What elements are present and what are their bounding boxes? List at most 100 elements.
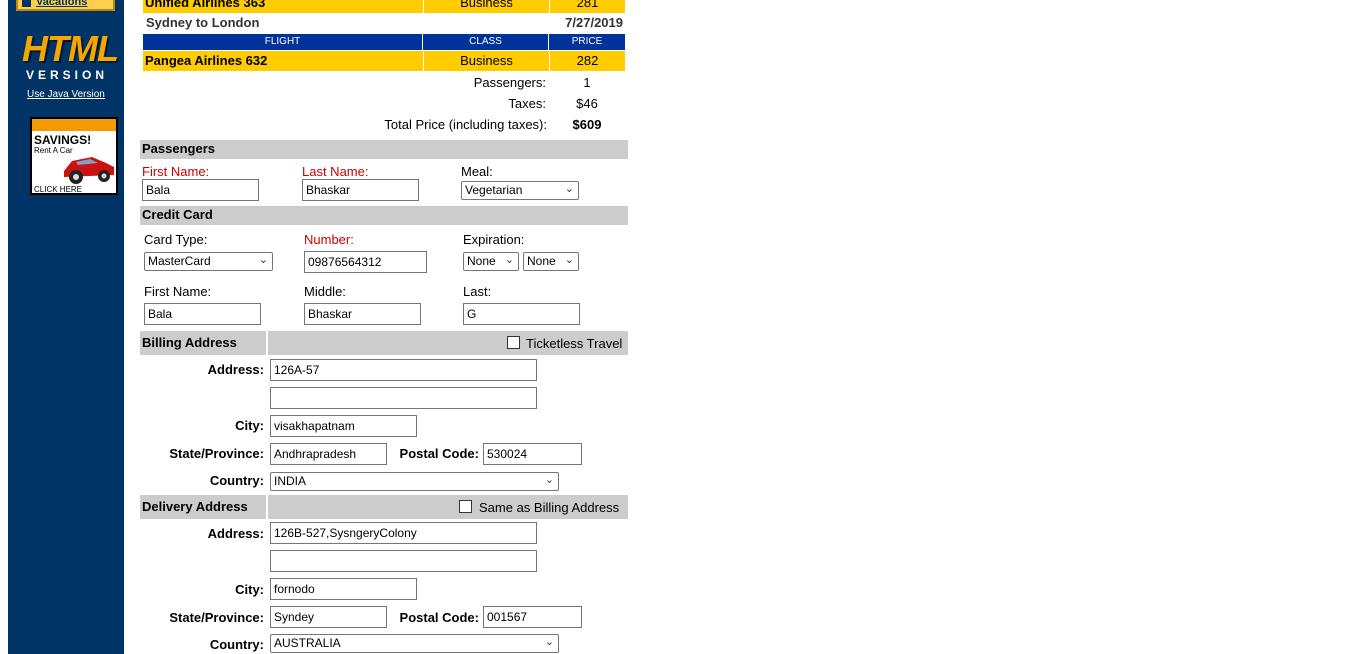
logo-html-text: HTML (22, 28, 119, 69)
flight-2-class: Business (423, 51, 549, 71)
route-date: 7/27/2019 (565, 15, 623, 30)
passengers-section-header: Passengers (140, 140, 628, 159)
billing-state-label: State/Province: (169, 446, 264, 461)
cardholder-first-name-input[interactable]: Bala (144, 303, 261, 325)
cardholder-middle-name-input[interactable]: Bhaskar (304, 303, 421, 325)
billing-address-label: Address: (207, 362, 264, 377)
use-java-version-link[interactable]: Use Java Version (27, 89, 105, 100)
credit-card-title: Credit Card (142, 207, 213, 222)
delivery-country-select[interactable]: AUSTRALIA ⌄ (270, 634, 559, 653)
billing-city-label: City: (235, 418, 264, 433)
passenger-first-name-label: First Name: (142, 164, 210, 179)
total-price-value: $609 (572, 117, 602, 132)
meal-label: Meal: (461, 164, 493, 179)
billing-city-input[interactable]: visakhapatnam (270, 415, 417, 437)
flight-1-class: Business (423, 0, 549, 13)
bullet-icon (22, 0, 31, 7)
billing-state-input[interactable]: Andhrapradesh (270, 443, 387, 465)
ad-title: SAVINGS! (34, 133, 92, 147)
chevron-down-icon: ⌄ (544, 636, 554, 648)
delivery-city-label: City: (235, 582, 264, 597)
delivery-address-line1-input[interactable]: 126B-527,SysngeryColony (270, 522, 537, 544)
flight-2-airline: Pangea Airlines 632 (145, 53, 268, 68)
delivery-postal-code-label: Postal Code: (399, 610, 479, 625)
delivery-country-label: Country: (209, 637, 264, 652)
route-name: Sydney to London (146, 15, 260, 30)
card-number-label: Number: (304, 232, 354, 247)
delivery-state-input[interactable]: Syndey (270, 606, 387, 628)
billing-address-title: Billing Address (142, 335, 237, 350)
card-type-label: Card Type: (144, 232, 208, 247)
passenger-first-name-input[interactable]: Bala (142, 179, 259, 201)
cardholder-first-name-label: First Name: (144, 284, 212, 299)
chevron-down-icon: ⌄ (564, 254, 574, 266)
passengers-title: Passengers (142, 141, 215, 156)
billing-postal-code-input[interactable]: 530024 (483, 443, 582, 465)
ad-top-bar (32, 119, 116, 131)
ticketless-checkbox[interactable] (507, 336, 520, 349)
rent-a-car-ad[interactable]: SAVINGS! Rent A Car CLICK HERE (30, 117, 118, 195)
meal-select[interactable]: Vegetarian ⌄ (461, 181, 579, 200)
billing-country-label: Country: (209, 473, 264, 488)
flight-table-header: FLIGHT CLASS PRICE (143, 34, 625, 50)
billing-address-section-header: Billing Address (140, 331, 266, 355)
taxes-label: Taxes: (508, 96, 546, 111)
car-icon (64, 157, 114, 184)
expiration-month-select[interactable]: None ⌄ (463, 252, 519, 271)
ticketless-label: Ticketless Travel (526, 336, 623, 351)
flight-2-price: 282 (549, 51, 625, 71)
credit-card-section-header: Credit Card (140, 206, 628, 225)
passengers-count-label: Passengers: (473, 75, 546, 90)
flight-row-1: Unified Airlines 363 Business 281 (143, 0, 625, 13)
vacations-button[interactable]: Vacations (16, 0, 115, 11)
delivery-address-section-header: Delivery Address (140, 495, 266, 519)
expiration-month-value: None (467, 254, 496, 268)
route-row: Sydney to London 7/27/2019 (143, 13, 625, 33)
cardholder-last-name-label: Last: (463, 284, 492, 299)
billing-country-select[interactable]: INDIA ⌄ (270, 472, 559, 491)
expiration-year-value: None (527, 254, 556, 268)
same-as-billing-checkbox[interactable] (459, 500, 472, 513)
flight-1-airline: Unified Airlines 363 (145, 0, 266, 10)
total-price-label: Total Price (including taxes): (384, 117, 547, 132)
expiration-year-select[interactable]: None ⌄ (523, 252, 579, 271)
header-class: CLASS (423, 34, 549, 50)
chevron-down-icon: ⌄ (504, 254, 514, 266)
delivery-city-input[interactable]: fornodo (270, 578, 417, 600)
same-as-billing-bar: Same as Billing Address (268, 495, 628, 519)
cardholder-last-name-input[interactable]: G (463, 303, 580, 325)
delivery-state-label: State/Province: (169, 610, 264, 625)
header-price: PRICE (571, 36, 603, 47)
ticketless-bar: Ticketless Travel (268, 331, 628, 355)
billing-address-line2-input[interactable] (270, 387, 537, 409)
expiration-label: Expiration: (463, 232, 525, 247)
card-type-select[interactable]: MasterCard ⌄ (144, 252, 273, 271)
delivery-postal-code-input[interactable]: 001567 (483, 606, 582, 628)
vacations-label: Vacations (36, 0, 88, 8)
billing-postal-code-label: Postal Code: (399, 446, 479, 461)
header-flight: FLIGHT (143, 34, 423, 50)
chevron-down-icon: ⌄ (544, 474, 554, 486)
card-number-input[interactable]: 09876564312 (304, 251, 427, 273)
taxes-value: $46 (576, 96, 598, 111)
delivery-address-title: Delivery Address (142, 499, 248, 514)
delivery-address-label: Address: (207, 526, 264, 541)
delivery-country-value: AUSTRALIA (274, 636, 341, 650)
billing-address-line1-input[interactable]: 126A-57 (270, 359, 537, 381)
flight-1-price: 281 (549, 0, 625, 13)
same-as-billing-label: Same as Billing Address (479, 500, 620, 515)
delivery-address-line2-input[interactable] (270, 550, 537, 572)
flight-row-2: Pangea Airlines 632 Business 282 (143, 51, 625, 71)
logo-version-text: VERSION (25, 68, 108, 82)
left-sidebar: Vacations HTML VERSION Use Java Version … (8, 0, 124, 654)
meal-value: Vegetarian (465, 183, 523, 197)
passengers-count-value: 1 (583, 75, 591, 90)
passenger-last-name-input[interactable]: Bhaskar (302, 179, 419, 201)
passenger-last-name-label: Last Name: (302, 164, 369, 179)
html-version-logo: HTML VERSION (22, 28, 119, 83)
cardholder-middle-name-label: Middle: (304, 284, 346, 299)
chevron-down-icon: ⌄ (258, 254, 268, 266)
billing-country-value: INDIA (274, 474, 307, 488)
chevron-down-icon: ⌄ (564, 183, 574, 195)
ad-cta: CLICK HERE (34, 185, 83, 194)
